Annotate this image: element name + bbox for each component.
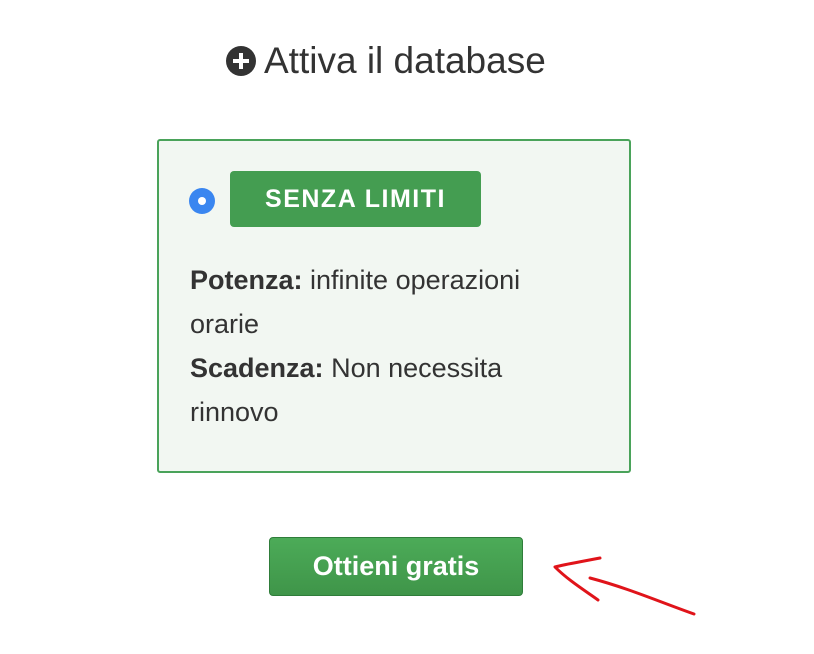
page: Attiva il database SENZA LIMITI Potenza:… bbox=[0, 0, 814, 654]
plan-radio-button[interactable] bbox=[189, 188, 215, 214]
plan-details: Potenza: infinite operazioni orarie Scad… bbox=[190, 258, 590, 434]
page-title: Attiva il database bbox=[264, 40, 546, 81]
plan-option-card[interactable]: SENZA LIMITI Potenza: infinite operazion… bbox=[157, 139, 631, 473]
plan-power-line: Potenza: infinite operazioni orarie bbox=[190, 258, 590, 346]
get-free-button[interactable]: Ottieni gratis bbox=[269, 537, 523, 596]
plan-power-label: Potenza: bbox=[190, 265, 303, 295]
page-heading: Attiva il database bbox=[226, 36, 546, 86]
plan-badge: SENZA LIMITI bbox=[230, 171, 481, 227]
red-arrow-annotation bbox=[553, 556, 696, 616]
plus-circle-icon bbox=[226, 46, 256, 76]
plan-expiry-line: Scadenza: Non necessita rinnovo bbox=[190, 346, 590, 434]
plan-expiry-label: Scadenza: bbox=[190, 353, 324, 383]
